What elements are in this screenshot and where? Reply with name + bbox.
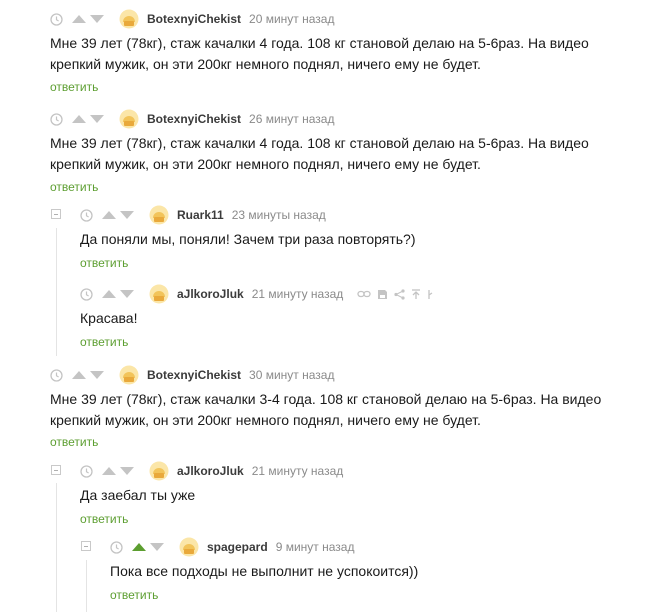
downvote-arrow-icon[interactable] — [119, 289, 135, 299]
clock-icon — [80, 287, 93, 301]
downvote-arrow-icon[interactable] — [119, 466, 135, 476]
avatar-icon[interactable] — [179, 537, 199, 557]
clock-icon — [110, 540, 123, 554]
more-icon[interactable] — [427, 289, 433, 300]
downvote-arrow-icon[interactable] — [89, 114, 105, 124]
avatar-icon[interactable] — [119, 9, 139, 29]
upvote-arrow-icon[interactable] — [71, 114, 87, 124]
to-parent-icon[interactable] — [411, 288, 421, 300]
comment-text: Мне 39 лет (78кг), стаж качалки 4 года. … — [50, 135, 589, 172]
upvote-arrow-icon[interactable] — [71, 14, 87, 24]
comment-author[interactable]: BotexnyiChekist — [147, 112, 241, 126]
comment-header: spagepard 9 минут назад — [110, 537, 355, 557]
reply-link[interactable]: ответить — [50, 80, 98, 94]
comment-author[interactable]: spagepard — [207, 540, 268, 554]
upvote-arrow-icon[interactable] — [101, 466, 117, 476]
comment-header: BotexnyiChekist 20 минут назад — [50, 9, 334, 29]
clock-icon — [80, 464, 93, 478]
thread-line — [56, 228, 57, 356]
collapse-thread-icon[interactable] — [51, 465, 61, 475]
comment-time[interactable]: 21 минуту назад — [252, 464, 344, 478]
comment-text: Да поняли мы, поняли! Зачем три раза пов… — [80, 231, 416, 247]
reply-link[interactable]: ответить — [110, 588, 158, 602]
downvote-arrow-icon[interactable] — [149, 542, 165, 552]
clock-icon — [80, 208, 93, 222]
comment-text: Пока все подходы не выполнит не успокоит… — [110, 563, 419, 579]
comment-author[interactable]: aJlkoroJluk — [177, 287, 244, 301]
upvote-arrow-icon[interactable] — [131, 542, 147, 552]
clock-icon — [50, 12, 63, 26]
downvote-arrow-icon[interactable] — [119, 210, 135, 220]
comment-time[interactable]: 30 минут назад — [249, 368, 334, 382]
comment-author[interactable]: aJlkoroJluk — [177, 464, 244, 478]
downvote-arrow-icon[interactable] — [89, 14, 105, 24]
comment-time[interactable]: 20 минут назад — [249, 12, 334, 26]
upvote-arrow-icon[interactable] — [101, 289, 117, 299]
comment-header: Ruark11 23 минуты назад — [80, 205, 326, 225]
comment-time[interactable]: 9 минут назад — [276, 540, 355, 554]
comment-header: BotexnyiChekist 26 минут назад — [50, 109, 334, 129]
avatar-icon[interactable] — [149, 461, 169, 481]
comment-text: Красава! — [80, 310, 138, 326]
comment-text: Мне 39 лет (78кг), стаж качалки 3-4 года… — [50, 391, 602, 428]
comment-time[interactable]: 21 минуту назад — [252, 287, 344, 301]
comment-header: BotexnyiChekist 30 минут назад — [50, 365, 334, 385]
collapse-thread-icon[interactable] — [51, 209, 61, 219]
reply-link[interactable]: ответить — [50, 180, 98, 194]
save-icon[interactable] — [377, 289, 388, 300]
avatar-icon[interactable] — [149, 284, 169, 304]
thread-line — [56, 483, 57, 612]
link-icon[interactable] — [357, 289, 371, 299]
comment-actions — [357, 288, 433, 300]
comment-header: aJlkoroJluk 21 минуту назад — [80, 461, 344, 481]
reply-link[interactable]: ответить — [80, 512, 128, 526]
reply-link[interactable]: ответить — [50, 435, 98, 449]
comment-author[interactable]: BotexnyiChekist — [147, 368, 241, 382]
comment-author[interactable]: BotexnyiChekist — [147, 12, 241, 26]
reply-link[interactable]: ответить — [80, 335, 128, 349]
upvote-arrow-icon[interactable] — [101, 210, 117, 220]
reply-link[interactable]: ответить — [80, 256, 128, 270]
share-icon[interactable] — [394, 288, 405, 300]
upvote-arrow-icon[interactable] — [71, 370, 87, 380]
comment-time[interactable]: 26 минут назад — [249, 112, 334, 126]
thread-line — [86, 560, 87, 612]
clock-icon — [50, 112, 63, 126]
comment-header: aJlkoroJluk 21 минуту назад — [80, 284, 433, 304]
avatar-icon[interactable] — [119, 365, 139, 385]
avatar-icon[interactable] — [119, 109, 139, 129]
collapse-thread-icon[interactable] — [81, 541, 91, 551]
comment-time[interactable]: 23 минуты назад — [232, 208, 326, 222]
comment-author[interactable]: Ruark11 — [177, 208, 224, 222]
comment-text: Да заебал ты уже — [80, 487, 196, 503]
avatar-icon[interactable] — [149, 205, 169, 225]
comment-text: Мне 39 лет (78кг), стаж качалки 4 года. … — [50, 35, 589, 72]
downvote-arrow-icon[interactable] — [89, 370, 105, 380]
clock-icon — [50, 368, 63, 382]
